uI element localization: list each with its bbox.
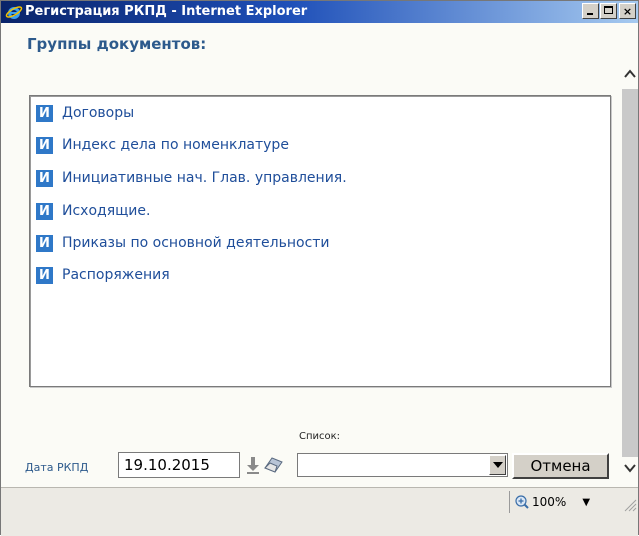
zoom-dropdown-arrow[interactable]: ▼	[582, 497, 590, 508]
zoom-icon	[515, 495, 529, 509]
document-group-icon: И	[36, 169, 53, 187]
list-item-label: Индекс дела по номенклатуре	[62, 137, 289, 153]
close-button[interactable]: ×	[619, 3, 636, 19]
scrollbar-thumb[interactable]	[622, 89, 638, 457]
document-group-icon: И	[36, 136, 53, 154]
list-select[interactable]	[297, 453, 508, 477]
zoom-level: 100%	[532, 495, 567, 509]
minimize-icon	[587, 13, 593, 15]
list-item[interactable]: И Исходящие.	[36, 201, 150, 221]
chevron-down-icon[interactable]	[489, 455, 506, 475]
download-icon[interactable]	[246, 456, 260, 474]
zoom-control[interactable]: 100% ▼	[515, 492, 611, 512]
browser-window: Регистрация РКПД - Internet Explorer × Г…	[0, 0, 639, 536]
maximize-icon	[604, 6, 613, 14]
list-item-label: Распоряжения	[62, 267, 170, 283]
internet-explorer-icon	[5, 6, 23, 19]
date-label: Дата РКПД	[25, 461, 89, 474]
list-item-label: Инициативные нач. Глав. управления.	[62, 170, 347, 186]
status-bar: 100% ▼	[1, 487, 638, 536]
list-item[interactable]: И Приказы по основной деятельности	[36, 233, 330, 253]
document-group-icon: И	[36, 202, 53, 220]
eraser-icon[interactable]	[263, 457, 283, 473]
list-item[interactable]: И Договоры	[36, 103, 134, 123]
list-item[interactable]: И Распоряжения	[36, 265, 170, 285]
minimize-button[interactable]	[582, 3, 599, 19]
caption-buttons: ×	[581, 3, 636, 21]
document-group-icon: И	[36, 234, 53, 252]
document-group-icon: И	[36, 104, 53, 122]
cancel-button[interactable]: Отмена	[512, 453, 609, 479]
document-group-icon: И	[36, 266, 53, 284]
close-icon: ×	[622, 4, 633, 18]
status-divider	[509, 491, 510, 513]
chevron-up-icon[interactable]	[623, 67, 637, 81]
list-item[interactable]: И Инициативные нач. Глав. управления.	[36, 168, 347, 188]
vertical-scrollbar[interactable]	[621, 55, 638, 487]
list-item[interactable]: И Индекс дела по номенклатуре	[36, 135, 289, 155]
list-item-label: Договоры	[62, 105, 135, 121]
title-bar[interactable]: Регистрация РКПД - Internet Explorer ×	[1, 1, 638, 23]
resize-grip-icon[interactable]	[621, 496, 637, 512]
list-select-label: Список:	[299, 431, 341, 442]
document-group-list[interactable]: И Договоры И Индекс дела по номенклатуре…	[29, 95, 611, 387]
date-field[interactable]	[118, 452, 240, 478]
chevron-down-icon[interactable]	[623, 461, 637, 475]
window-title: Регистрация РКПД - Internet Explorer	[25, 4, 308, 19]
list-item-label: Приказы по основной деятельности	[62, 235, 330, 251]
page-title: Группы документов:	[27, 35, 207, 53]
maximize-button[interactable]	[600, 3, 617, 19]
list-item-label: Исходящие.	[62, 203, 151, 219]
